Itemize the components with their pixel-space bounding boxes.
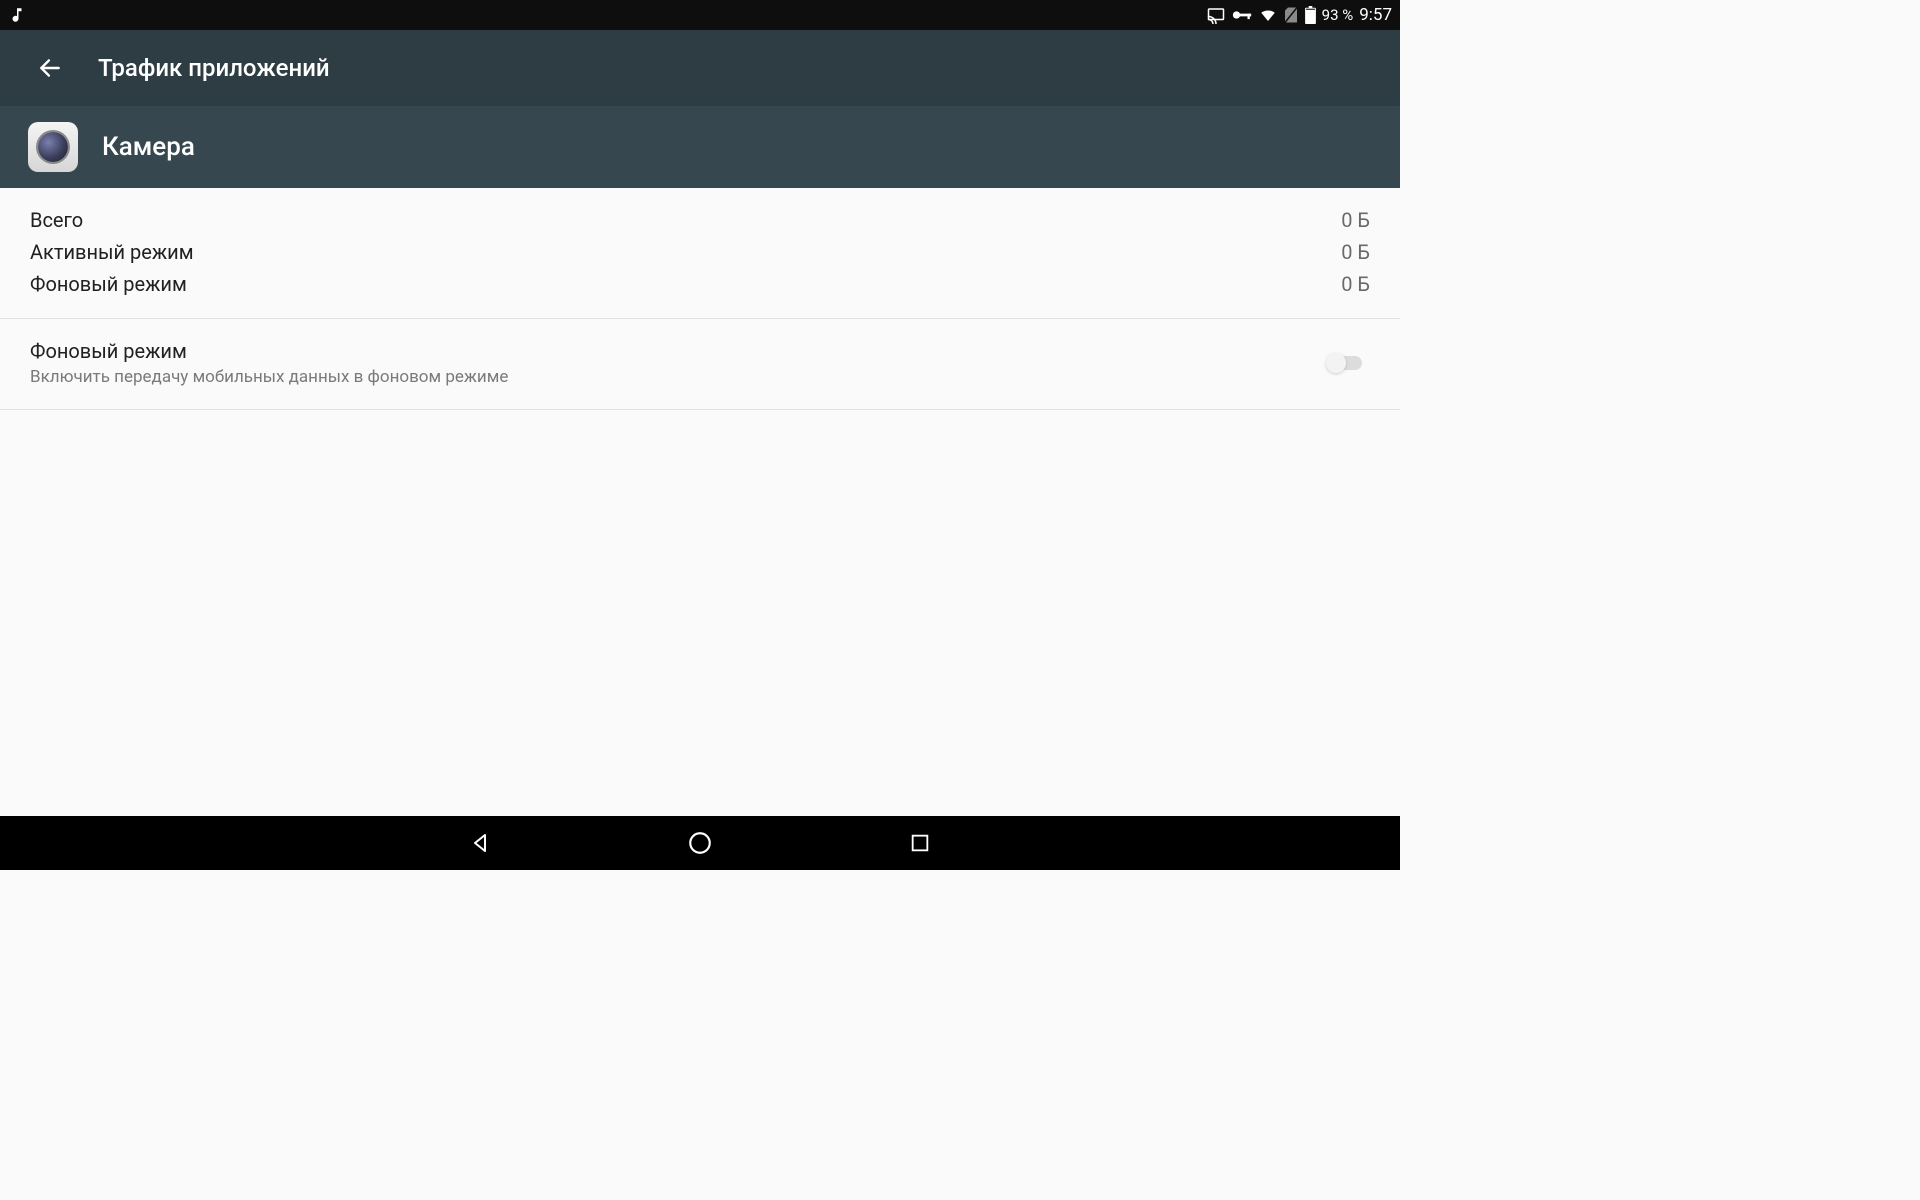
stat-value: 0 Б — [1341, 268, 1370, 300]
back-button[interactable] — [30, 48, 70, 88]
wifi-icon — [1259, 6, 1277, 24]
no-sim-icon — [1283, 6, 1299, 24]
music-note-icon — [8, 6, 26, 24]
nav-recent-icon — [909, 832, 931, 854]
stat-total: Всего 0 Б — [30, 204, 1370, 236]
data-usage-stats: Всего 0 Б Активный режим 0 Б Фоновый реж… — [0, 188, 1400, 319]
navigation-bar — [0, 816, 1400, 870]
stat-label: Всего — [30, 204, 83, 236]
toggle-thumb — [1326, 353, 1346, 373]
setting-title: Фоновый режим — [30, 339, 508, 363]
vpn-key-icon — [1231, 8, 1253, 22]
stat-foreground: Активный режим 0 Б — [30, 236, 1370, 268]
status-bar: 93 % 9:57 — [0, 0, 1400, 30]
camera-lens-icon — [38, 132, 68, 162]
stat-value: 0 Б — [1341, 236, 1370, 268]
page-title: Трафик приложений — [98, 54, 330, 82]
battery-percentage: 93 % — [1322, 6, 1354, 24]
setting-subtitle: Включить передачу мобильных данных в фон… — [30, 367, 508, 387]
nav-back-button[interactable] — [460, 823, 500, 863]
stat-value: 0 Б — [1341, 204, 1370, 236]
app-name: Камера — [102, 132, 195, 162]
empty-area — [0, 410, 1400, 816]
nav-home-button[interactable] — [680, 823, 720, 863]
nav-back-icon — [468, 831, 492, 855]
background-data-toggle[interactable] — [1326, 351, 1370, 375]
nav-recent-button[interactable] — [900, 823, 940, 863]
camera-app-icon — [28, 122, 78, 172]
clock: 9:57 — [1359, 5, 1392, 25]
app-bar: Трафик приложений — [0, 30, 1400, 106]
background-data-setting[interactable]: Фоновый режим Включить передачу мобильны… — [0, 319, 1400, 410]
stat-label: Активный режим — [30, 236, 194, 268]
battery-icon — [1305, 6, 1316, 24]
stat-label: Фоновый режим — [30, 268, 187, 300]
app-header: Камера — [0, 106, 1400, 188]
cast-icon — [1207, 6, 1225, 24]
nav-home-icon — [687, 830, 713, 856]
arrow-left-icon — [37, 55, 63, 81]
stat-background: Фоновый режим 0 Б — [30, 268, 1370, 300]
